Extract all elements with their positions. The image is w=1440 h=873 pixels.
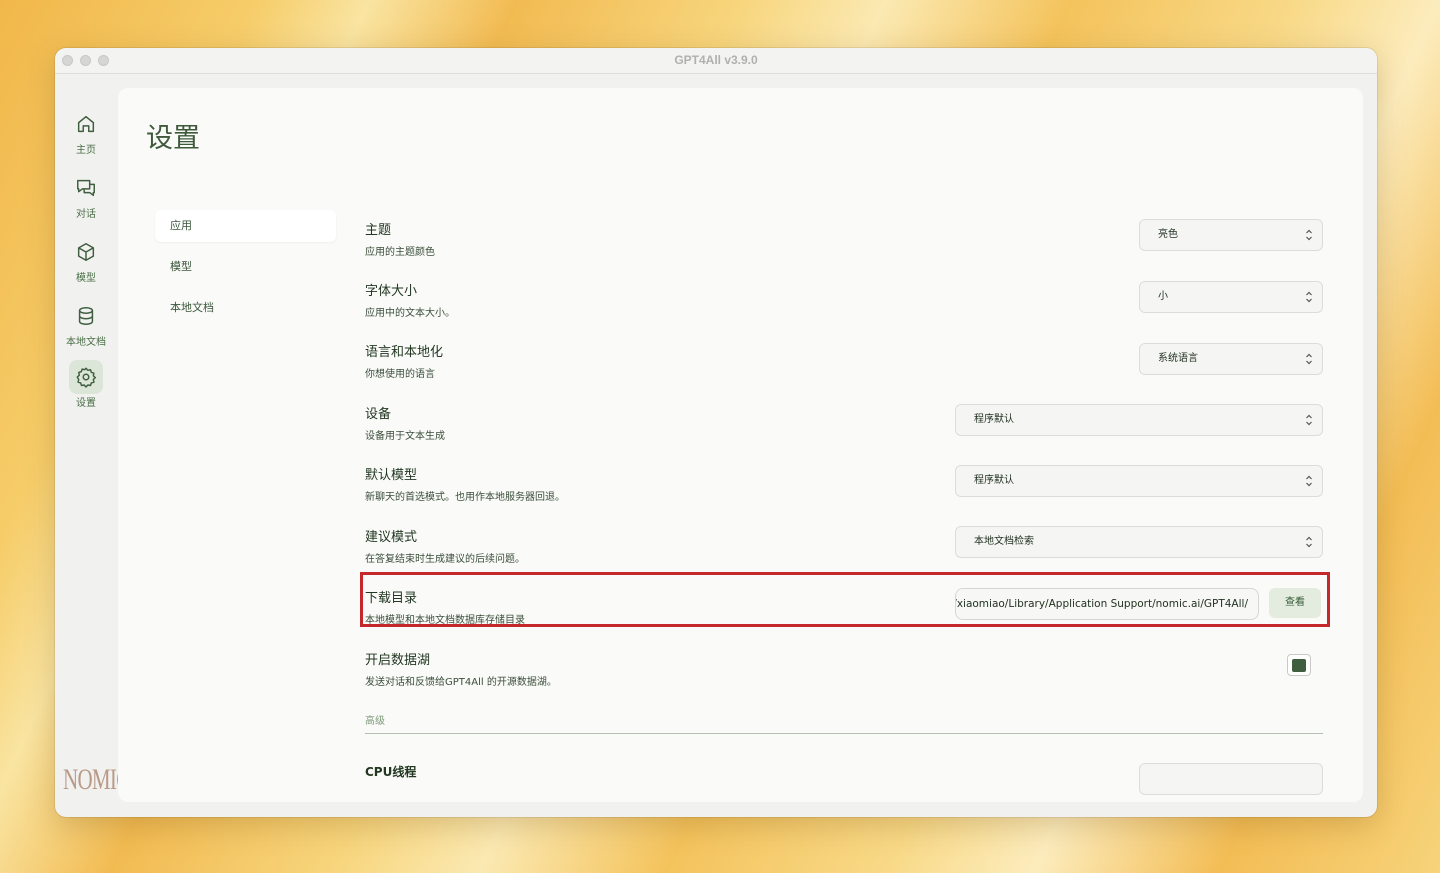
- setting-datalake: 开启数据湖 发送对话和反馈给GPT4All 的开源数据湖。: [365, 649, 1325, 688]
- browse-button[interactable]: 查看: [1269, 588, 1321, 618]
- subnav-item-model[interactable]: 模型: [155, 251, 336, 283]
- sidebar: 主页 对话 模型 本地文档 设置 NOMIC: [55, 74, 130, 817]
- sidebar-item-label: 设置: [76, 398, 96, 409]
- sidebar-item-label: 模型: [76, 273, 96, 284]
- section-divider: [365, 733, 1323, 734]
- sidebar-item-settings[interactable]: 设置: [55, 360, 117, 409]
- datalake-checkbox[interactable]: [1287, 654, 1311, 676]
- select-value: 系统语言: [1158, 353, 1198, 364]
- sidebar-item-chat[interactable]: 对话: [55, 171, 117, 220]
- select-value: 本地文档检索: [974, 536, 1034, 547]
- select-value: 程序默认: [974, 414, 1014, 425]
- updown-chevron-icon: [1306, 475, 1312, 487]
- setting-description: 发送对话和反馈给GPT4All 的开源数据湖。: [365, 677, 557, 688]
- gear-icon: [69, 360, 103, 394]
- setting-cpu-threads: CPU线程: [365, 763, 1325, 795]
- chat-icon: [69, 171, 103, 205]
- sidebar-item-localdocs[interactable]: 本地文档: [55, 299, 117, 348]
- sidebar-item-label: 对话: [76, 209, 96, 220]
- language-select[interactable]: 系统语言: [1139, 343, 1323, 375]
- updown-chevron-icon: [1306, 414, 1312, 426]
- cpu-threads-input[interactable]: [1139, 763, 1323, 795]
- subnav-item-localdocs[interactable]: 本地文档: [155, 292, 336, 324]
- app-window: GPT4All v3.9.0 主页 对话 模型 本地文档 设置 NOMIC 设置…: [55, 48, 1377, 817]
- updown-chevron-icon: [1306, 291, 1312, 303]
- setting-font-size: 字体大小 应用中的文本大小。 小: [365, 280, 1325, 319]
- setting-suggestion-mode: 建议模式 在答复结束时生成建议的后续问题。 本地文档检索: [365, 526, 1325, 565]
- cube-icon: [69, 235, 103, 269]
- sidebar-item-home[interactable]: 主页: [55, 107, 117, 156]
- settings-panel: 设置 应用 模型 本地文档 主题 应用的主题颜色 亮色 字体大小 应用中的文本大…: [118, 88, 1363, 802]
- default-model-select[interactable]: 程序默认: [955, 465, 1323, 497]
- download-path-input[interactable]: /Users/xiaomiao/Library/Application Supp…: [955, 588, 1259, 620]
- subnav-item-application[interactable]: 应用: [155, 210, 336, 242]
- setting-language: 语言和本地化 你想使用的语言 系统语言: [365, 341, 1325, 380]
- setting-download-dir: 下载目录 本地模型和本地文档数据库存储目录 /Users/xiaomiao/Li…: [365, 587, 1325, 626]
- select-value: 亮色: [1158, 229, 1178, 240]
- font-size-select[interactable]: 小: [1139, 281, 1323, 313]
- setting-theme: 主题 应用的主题颜色 亮色: [365, 219, 1325, 258]
- sidebar-item-label: 本地文档: [66, 337, 106, 348]
- setting-default-model: 默认模型 新聊天的首选模式。也用作本地服务器回退。 程序默认: [365, 464, 1325, 503]
- setting-device: 设备 设备用于文本生成 程序默认: [365, 403, 1325, 442]
- select-value: 小: [1158, 291, 1168, 302]
- page-title: 设置: [146, 123, 200, 154]
- updown-chevron-icon: [1306, 353, 1312, 365]
- database-icon: [69, 299, 103, 333]
- updown-chevron-icon: [1306, 536, 1312, 548]
- updown-chevron-icon: [1306, 229, 1312, 241]
- select-value: 程序默认: [974, 475, 1014, 486]
- checkbox-checked-mark: [1292, 658, 1306, 672]
- window-title: GPT4All v3.9.0: [674, 53, 758, 67]
- suggestion-mode-select[interactable]: 本地文档检索: [955, 526, 1323, 558]
- sidebar-item-label: 主页: [76, 145, 96, 156]
- settings-subnav: 应用 模型 本地文档: [155, 210, 336, 333]
- device-select[interactable]: 程序默认: [955, 404, 1323, 436]
- theme-select[interactable]: 亮色: [1139, 219, 1323, 251]
- advanced-section-label: 高级: [365, 716, 385, 727]
- home-icon: [69, 107, 103, 141]
- sidebar-item-models[interactable]: 模型: [55, 235, 117, 284]
- setting-title: 开启数据湖: [365, 653, 431, 668]
- title-bar: GPT4All v3.9.0: [55, 48, 1377, 74]
